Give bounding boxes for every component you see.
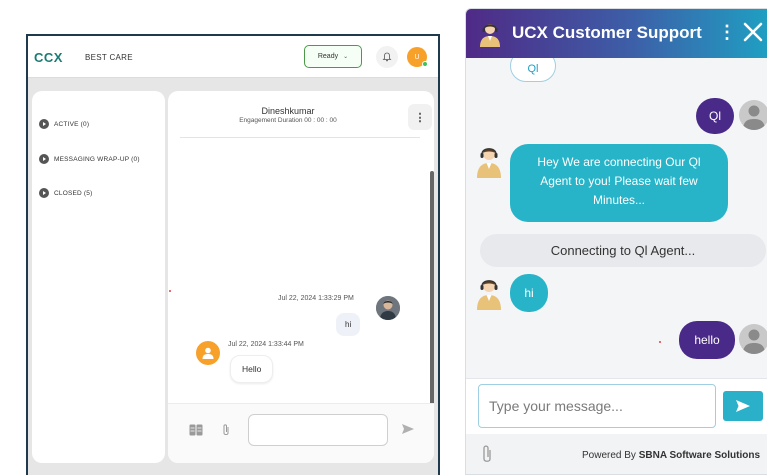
agent-message-input[interactable]	[248, 414, 388, 446]
agent-status-select[interactable]: Ready ⌄	[304, 45, 362, 68]
stray-dot	[659, 341, 661, 343]
widget-menu-button[interactable]: ⋮	[718, 22, 736, 43]
user-avatar	[739, 100, 767, 130]
customer-avatar	[196, 341, 220, 365]
powered-by-company: SBNA Software Solutions	[638, 450, 761, 461]
agent-compose-bar	[168, 403, 434, 463]
widget-chat-area: Ql Ql Hey We are connecting Our Ql Agent…	[466, 58, 767, 378]
queue-item-label: ACTIVE (0)	[54, 120, 90, 128]
widget-header: UCX Customer Support ⋮	[466, 9, 767, 58]
support-agent-icon	[480, 24, 500, 47]
bot-message-bubble: Hey We are connecting Our Ql Agent to yo…	[510, 144, 728, 222]
attach-button[interactable]	[218, 422, 234, 438]
send-icon	[736, 400, 750, 412]
queue-item-messaging-wrap-up[interactable]: MESSAGING WRAP-UP (0)	[39, 154, 140, 164]
queue-item-active[interactable]: ACTIVE (0)	[39, 119, 89, 129]
agent-console-window: CCX BEST CARE Ready ⌄ U ACTIVE (0) MESSA…	[26, 34, 440, 475]
person-icon	[743, 105, 765, 130]
conversation-menu-button[interactable]: ⋮	[408, 104, 432, 130]
online-status-dot	[422, 61, 428, 67]
screen: CCX BEST CARE Ready ⌄ U ACTIVE (0) MESSA…	[0, 0, 767, 475]
widget-input-row	[466, 378, 767, 434]
powered-by-text: Powered By SBNA Software Solutions	[582, 450, 760, 461]
bell-icon	[382, 52, 392, 62]
conversation-panel: Dineshkumar Engagement Duration 00 : 00 …	[168, 91, 434, 463]
widget-footer: Powered By SBNA Software Solutions	[466, 434, 767, 474]
divider	[180, 137, 420, 138]
play-circle-icon	[39, 154, 49, 164]
message-input[interactable]	[478, 384, 716, 428]
template-button[interactable]	[188, 422, 204, 438]
conversation-queue-panel: ACTIVE (0) MESSAGING WRAP-UP (0) CLOSED …	[32, 91, 165, 463]
user-avatar	[739, 324, 767, 354]
queue-item-label: CLOSED (5)	[54, 189, 93, 197]
widget-title: UCX Customer Support	[512, 23, 702, 42]
stray-dot	[169, 290, 171, 292]
agent-header: CCX BEST CARE Ready ⌄ U	[28, 36, 438, 78]
user-message-bubble: Ql	[696, 98, 734, 134]
play-circle-icon	[39, 119, 49, 129]
system-status-message: Connecting to Ql Agent...	[480, 234, 766, 267]
queue-item-closed[interactable]: CLOSED (5)	[39, 188, 92, 198]
notifications-button[interactable]	[376, 46, 398, 68]
bot-agent-avatar-icon	[477, 280, 501, 310]
user-initials: U	[414, 53, 420, 61]
paperclip-icon	[223, 424, 229, 435]
outgoing-message-bubble: hi	[336, 313, 361, 336]
close-icon[interactable]	[740, 19, 766, 45]
bot-agent-avatar-icon	[477, 148, 501, 178]
bot-message-bubble: hi	[510, 274, 548, 312]
queue-item-label: MESSAGING WRAP-UP (0)	[54, 155, 140, 163]
engagement-duration: Engagement Duration 00 : 00 : 00	[239, 117, 337, 124]
user-message-bubble: hello	[679, 321, 735, 359]
org-name: BEST CARE	[85, 53, 133, 62]
user-avatar-button[interactable]: U	[407, 47, 428, 67]
message-timestamp: Jul 22, 2024 1:33:29 PM	[278, 295, 354, 302]
agent-avatar	[376, 296, 400, 320]
paperclip-icon[interactable]	[480, 444, 494, 464]
send-icon	[402, 424, 414, 434]
chevron-down-icon: ⌄	[343, 54, 349, 60]
person-icon	[376, 296, 400, 320]
send-button[interactable]	[723, 391, 763, 421]
customer-chat-widget: UCX Customer Support ⋮ Ql Ql Hey We are …	[465, 8, 767, 475]
message-timestamp: Jul 22, 2024 1:33:44 PM	[228, 341, 304, 348]
agent-send-button[interactable]	[400, 421, 416, 437]
person-icon	[202, 347, 214, 359]
customer-name: Dineshkumar	[261, 106, 315, 116]
play-circle-icon	[39, 188, 49, 198]
person-icon	[743, 329, 765, 354]
agent-status-value: Ready	[317, 53, 339, 60]
incoming-message-bubble: Hello	[230, 355, 274, 383]
template-icon	[189, 424, 203, 436]
powered-by-prefix: Powered By	[582, 450, 639, 461]
quick-reply-chip[interactable]: Ql	[510, 58, 556, 82]
more-vertical-icon: ⋮	[414, 111, 426, 124]
brand-logo: CCX	[34, 50, 63, 65]
